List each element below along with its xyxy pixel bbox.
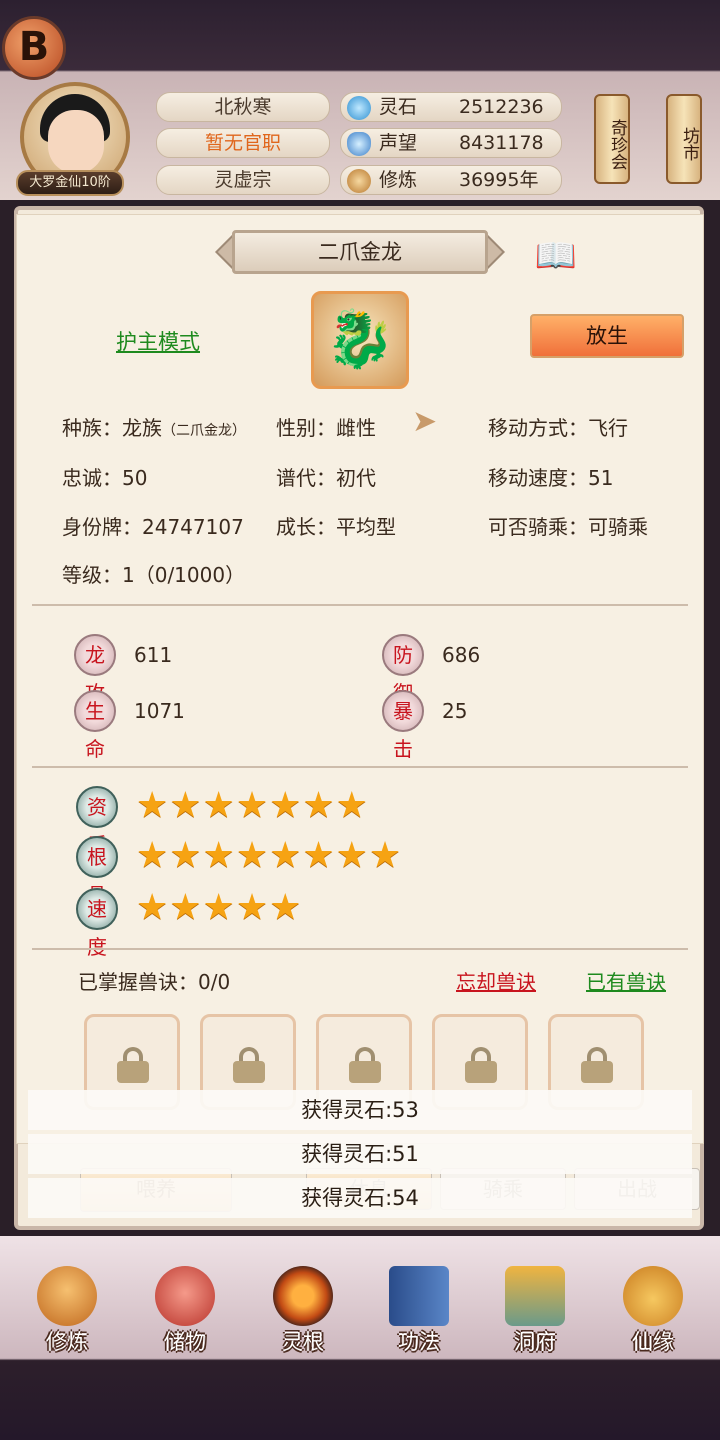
nav-label: 功法 xyxy=(398,1330,440,1354)
loyalty-info: 忠诚：50 xyxy=(62,466,148,490)
spirit-root-icon xyxy=(273,1266,333,1326)
lock-icon xyxy=(233,1047,265,1083)
resource-label: 修炼 xyxy=(379,169,418,191)
resource-value: 36995年 xyxy=(459,169,539,191)
arrow-right-icon[interactable]: ➤ xyxy=(412,404,437,439)
race-sub: （二爪金龙） xyxy=(162,423,246,439)
dragon-portrait-icon: 🐉 xyxy=(311,291,409,389)
resource-label: 声望 xyxy=(379,132,418,154)
resource-value: 8431178 xyxy=(459,132,544,154)
race-info: 种族：龙族（二爪金龙） xyxy=(62,412,246,441)
stat-badge-crit: 暴击 xyxy=(382,690,424,761)
cultivate-icon xyxy=(37,1266,97,1326)
gender-info: 性别：雌性 xyxy=(276,416,376,440)
nav-label: 洞府 xyxy=(514,1330,556,1354)
pet-manual-book-icon[interactable]: 📖 xyxy=(530,236,582,276)
lock-icon xyxy=(117,1047,149,1083)
market-button[interactable]: 坊市 xyxy=(666,94,702,184)
nav-technique[interactable]: 功法 xyxy=(364,1262,474,1358)
pet-name-title: 二爪金龙 xyxy=(232,230,488,274)
stat-badge-attack: 龙攻 xyxy=(74,634,116,705)
level-info: 等级：1（0/1000） xyxy=(62,563,246,587)
storage-bag-icon xyxy=(155,1266,215,1326)
nav-label: 灵根 xyxy=(282,1330,324,1354)
avatar-face xyxy=(48,110,104,174)
player-name: 北秋寒 xyxy=(156,92,330,122)
nav-label: 修炼 xyxy=(46,1330,88,1354)
attr-badge-speed: 速度 xyxy=(76,888,118,959)
nav-cultivate[interactable]: 修炼 xyxy=(12,1262,122,1358)
owned-skills-link[interactable]: 已有兽诀 xyxy=(586,966,666,995)
stat-value-hp: 1071 xyxy=(134,699,185,723)
cultivation-icon xyxy=(347,169,371,193)
gourd-icon xyxy=(623,1266,683,1326)
divider xyxy=(32,766,688,768)
treasure-fair-button[interactable]: 奇珍会 xyxy=(594,94,630,184)
stat-badge-hp: 生命 xyxy=(74,690,116,761)
speed-stars: ★★★★★ xyxy=(136,887,303,928)
forget-skill-link[interactable]: 忘却兽诀 xyxy=(456,966,536,995)
id-tag-info: 身份牌：24747107 xyxy=(62,515,244,539)
resource-prestige: 声望 8431178 xyxy=(340,128,562,158)
nav-fate[interactable]: 仙缘 xyxy=(598,1262,708,1358)
resource-spirit-stone: 灵石 2512236 xyxy=(340,92,562,122)
bone-stars: ★★★★★★★★ xyxy=(136,835,403,876)
stat-value-attack: 611 xyxy=(134,643,173,667)
player-rank-label: 大罗金仙10阶 xyxy=(16,170,124,196)
resource-cultivation: 修炼 36995年 xyxy=(340,165,562,195)
race-value: 龙族 xyxy=(122,416,162,440)
lock-icon xyxy=(581,1047,613,1083)
guard-mode-link[interactable]: 护主模式 xyxy=(116,326,200,356)
spirit-stone-icon xyxy=(347,96,371,120)
cave-mansion-icon xyxy=(505,1266,565,1326)
divider xyxy=(32,604,688,606)
reward-toast: 获得灵石:51 xyxy=(28,1134,692,1174)
generation-info: 谱代：初代 xyxy=(276,466,376,490)
prestige-icon xyxy=(347,132,371,156)
rideable-info: 可否骑乘：可骑乘 xyxy=(488,515,648,539)
aptitude-stars: ★★★★★★★ xyxy=(136,785,369,826)
game-logo-icon[interactable]: B xyxy=(2,16,66,80)
nav-spirit-root[interactable]: 灵根 xyxy=(248,1262,358,1358)
technique-book-icon xyxy=(389,1266,449,1326)
mastered-skills-text: 已掌握兽诀：0/0 xyxy=(78,970,231,994)
nav-label: 仙缘 xyxy=(632,1330,674,1354)
nav-label: 储物 xyxy=(164,1330,206,1354)
move-speed-info: 移动速度：51 xyxy=(488,466,614,490)
stat-value-crit: 25 xyxy=(442,699,468,723)
release-button[interactable]: 放生 xyxy=(530,314,684,358)
resource-value: 2512236 xyxy=(459,96,544,118)
nav-storage[interactable]: 储物 xyxy=(130,1262,240,1358)
attr-badge-aptitude: 资质 xyxy=(76,786,118,857)
race-label: 种族： xyxy=(62,416,122,440)
stat-value-defense: 686 xyxy=(442,643,481,667)
resource-label: 灵石 xyxy=(379,96,418,118)
sect-name: 灵虚宗 xyxy=(156,165,330,195)
reward-toast: 获得灵石:54 xyxy=(28,1178,692,1218)
stat-badge-defense: 防御 xyxy=(382,634,424,705)
reward-toast: 获得灵石:53 xyxy=(28,1090,692,1130)
lock-icon xyxy=(465,1047,497,1083)
attr-badge-bone: 根骨 xyxy=(76,836,118,907)
move-mode-info: 移动方式：飞行 xyxy=(488,416,628,440)
growth-info: 成长：平均型 xyxy=(276,515,396,539)
lock-icon xyxy=(349,1047,381,1083)
nav-cave[interactable]: 洞府 xyxy=(480,1262,590,1358)
official-post: 暂无官职 xyxy=(156,128,330,158)
divider xyxy=(32,948,688,950)
